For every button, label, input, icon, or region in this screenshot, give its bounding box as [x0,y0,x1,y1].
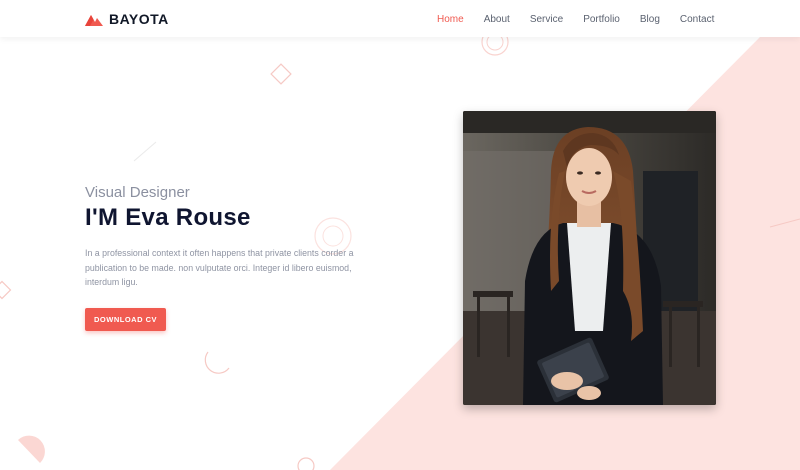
nav-item-blog[interactable]: Blog [640,14,660,25]
download-cv-button[interactable]: DOWNLOAD CV [85,308,166,331]
half-circle-decoration [18,435,45,463]
diamond-decoration [0,280,12,300]
ring-decoration [297,457,315,470]
half-circle-decoration [204,351,230,374]
diamond-decoration [270,63,292,85]
nav-item-home[interactable]: Home [437,14,464,25]
line-decoration [133,141,157,162]
brand-name: BAYOTA [109,11,169,27]
mountain-logo-icon [85,15,103,26]
nav-item-service[interactable]: Service [530,14,563,25]
nav-item-portfolio[interactable]: Portfolio [583,14,620,25]
ring-decoration [322,225,344,247]
portrait-illustration [463,111,716,405]
hero-description: In a professional context it often happe… [85,248,354,287]
nav-item-contact[interactable]: Contact [680,14,714,25]
hero-title: I'M Eva Rouse [85,204,251,231]
line-decoration [769,218,800,228]
brand-logo[interactable]: BAYOTA [85,10,169,28]
main-nav: Home About Service Portfolio Blog Contac… [437,12,714,26]
site-header: BAYOTA Home About Service Portfolio Blog… [0,0,800,37]
portrait-photo [463,111,716,405]
hero-subtitle: Visual Designer [85,184,190,201]
nav-item-about[interactable]: About [484,14,510,25]
